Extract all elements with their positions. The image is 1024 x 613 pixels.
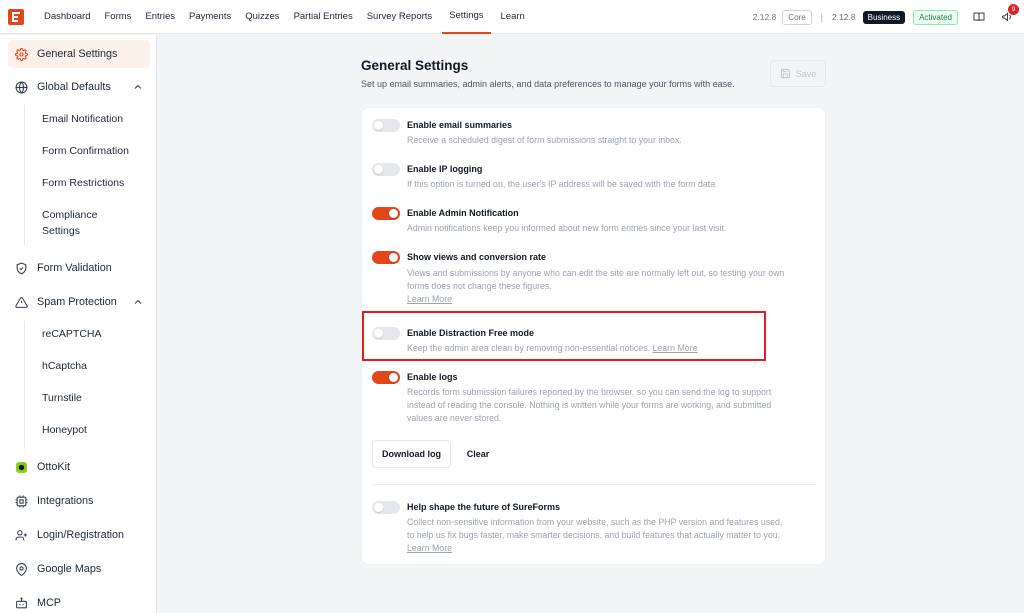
sidebar-item-global-defaults[interactable]: Global Defaults: [8, 73, 150, 101]
highlight-box: [362, 311, 766, 361]
sidebar-subitem-form-restrictions[interactable]: Form Restrictions: [42, 175, 124, 191]
top-nav: Dashboard Forms Entries Payments Quizzes…: [37, 0, 532, 34]
chevron-up-icon[interactable]: [132, 296, 144, 308]
toggle-logs[interactable]: [372, 371, 400, 384]
sidebar-label: MCP: [37, 597, 61, 609]
setting-desc: If this option is turned on, the user's …: [407, 179, 716, 189]
setting-desc: Collect non-sensitive information from y…: [407, 517, 783, 555]
clear-log-button[interactable]: Clear: [459, 440, 497, 468]
nav-payments[interactable]: Payments: [182, 0, 238, 34]
sidebar-item-integrations[interactable]: Integrations: [8, 487, 150, 515]
chevron-up-icon[interactable]: [132, 81, 144, 93]
nav-survey-reports[interactable]: Survey Reports: [360, 0, 439, 34]
setting-title: Enable email summaries: [407, 120, 513, 130]
sidebar-label: OttoKit: [37, 461, 71, 473]
toggle-ip-logging[interactable]: [372, 163, 400, 176]
map-pin-icon: [14, 562, 28, 576]
nav-learn[interactable]: Learn: [494, 0, 532, 34]
page-title: General Settings: [361, 58, 469, 73]
sidebar-item-general-settings[interactable]: General Settings: [8, 40, 150, 68]
business-tag: Business: [862, 10, 906, 24]
toggle-admin-notification[interactable]: [372, 207, 400, 220]
warning-icon: [14, 295, 28, 309]
setting-title: Show views and conversion rate: [407, 252, 547, 262]
setting-desc: Records form submission failures reporte…: [407, 387, 772, 423]
sidebar-item-mcp[interactable]: MCP: [8, 589, 150, 613]
version-separator: |: [820, 12, 823, 22]
sidebar-item-login-registration[interactable]: Login/Registration: [8, 521, 150, 549]
activated-badge: Activated: [913, 9, 958, 25]
sidebar-label: Google Maps: [37, 563, 102, 575]
sidebar-label: Form Validation: [37, 262, 112, 274]
page-subtitle: Set up email summaries, admin alerts, an…: [361, 79, 735, 89]
nav-entries[interactable]: Entries: [138, 0, 182, 34]
core-tag: Core: [782, 9, 812, 25]
sidebar-subitem-form-confirmation[interactable]: Form Confirmation: [42, 143, 129, 159]
sidebar-item-google-maps[interactable]: Google Maps: [8, 555, 150, 583]
top-bar: Dashboard Forms Entries Payments Quizzes…: [0, 0, 1024, 34]
sidebar-label: Login/Registration: [37, 529, 125, 541]
ottokit-icon: [14, 460, 28, 474]
integrations-icon: [14, 494, 28, 508]
core-version: 2.12.8: [752, 12, 777, 22]
nav-settings[interactable]: Settings: [442, 0, 491, 34]
user-plus-icon: [14, 528, 28, 542]
setting-title: Enable IP logging: [407, 164, 483, 174]
sidebar-label: Spam Protection: [37, 296, 117, 308]
sidebar-item-form-validation[interactable]: Form Validation: [8, 254, 150, 282]
top-right-status: 2.12.8 Core | 2.12.8 Business Activated …: [753, 0, 1024, 34]
sidebar-subitem-turnstile[interactable]: Turnstile: [42, 390, 82, 406]
toggle-usage-tracking[interactable]: [372, 501, 400, 514]
nav-dashboard[interactable]: Dashboard: [37, 0, 97, 34]
setting-title: Help shape the future of SureForms: [407, 502, 561, 512]
download-log-button[interactable]: Download log: [372, 440, 451, 468]
setting-desc: Admin notifications keep you informed ab…: [407, 223, 727, 233]
learn-more-link[interactable]: Learn More: [407, 542, 452, 555]
shield-check-icon: [14, 261, 28, 275]
submenu-line: [24, 105, 25, 245]
compliance-label-line2: Settings: [42, 225, 80, 237]
sidebar: General Settings Global Defaults Email N…: [0, 35, 157, 613]
sidebar-subitem-recaptcha[interactable]: reCAPTCHA: [42, 326, 102, 342]
sidebar-subitem-honeypot[interactable]: Honeypot: [42, 422, 87, 438]
sureforms-logo[interactable]: [8, 8, 24, 25]
setting-desc: Receive a scheduled digest of form submi…: [407, 135, 682, 145]
toggle-email-summaries[interactable]: [372, 119, 400, 132]
toggle-views-conversion[interactable]: [372, 251, 400, 264]
sidebar-subitem-hcaptcha[interactable]: hCaptcha: [42, 358, 87, 374]
sidebar-label: Global Defaults: [37, 81, 111, 93]
sidebar-item-ottokit[interactable]: OttoKit: [8, 453, 150, 481]
gear-icon: [14, 47, 28, 61]
learn-more-link[interactable]: Learn More: [407, 293, 452, 306]
submenu-line: [24, 321, 25, 449]
nav-partial-entries[interactable]: Partial Entries: [287, 0, 360, 34]
nav-quizzes[interactable]: Quizzes: [238, 0, 286, 34]
megaphone-icon[interactable]: 9: [1000, 4, 1019, 24]
save-button[interactable]: Save: [770, 60, 826, 87]
bot-icon: [14, 596, 28, 610]
compliance-label-line1: Compliance: [42, 209, 98, 221]
setting-desc: Views and submissions by anyone who can …: [407, 268, 785, 306]
sidebar-subitem-email-notification[interactable]: Email Notification: [42, 111, 123, 127]
setting-title: Enable Admin Notification: [407, 208, 519, 218]
sidebar-subitem-compliance-settings[interactable]: Compliance Settings: [42, 207, 97, 239]
divider: [372, 484, 817, 485]
setting-title: Enable logs: [407, 372, 458, 382]
sidebar-item-spam-protection[interactable]: Spam Protection: [8, 288, 150, 316]
business-version: 2.12.8: [831, 12, 856, 22]
nav-forms[interactable]: Forms: [97, 0, 138, 34]
sidebar-label: General Settings: [37, 48, 118, 60]
sidebar-label: Integrations: [37, 495, 94, 507]
save-label: Save: [795, 68, 817, 79]
notification-badge: 9: [1008, 4, 1019, 15]
globe-icon: [14, 80, 28, 94]
book-icon[interactable]: [972, 10, 986, 24]
save-icon: [780, 68, 790, 79]
